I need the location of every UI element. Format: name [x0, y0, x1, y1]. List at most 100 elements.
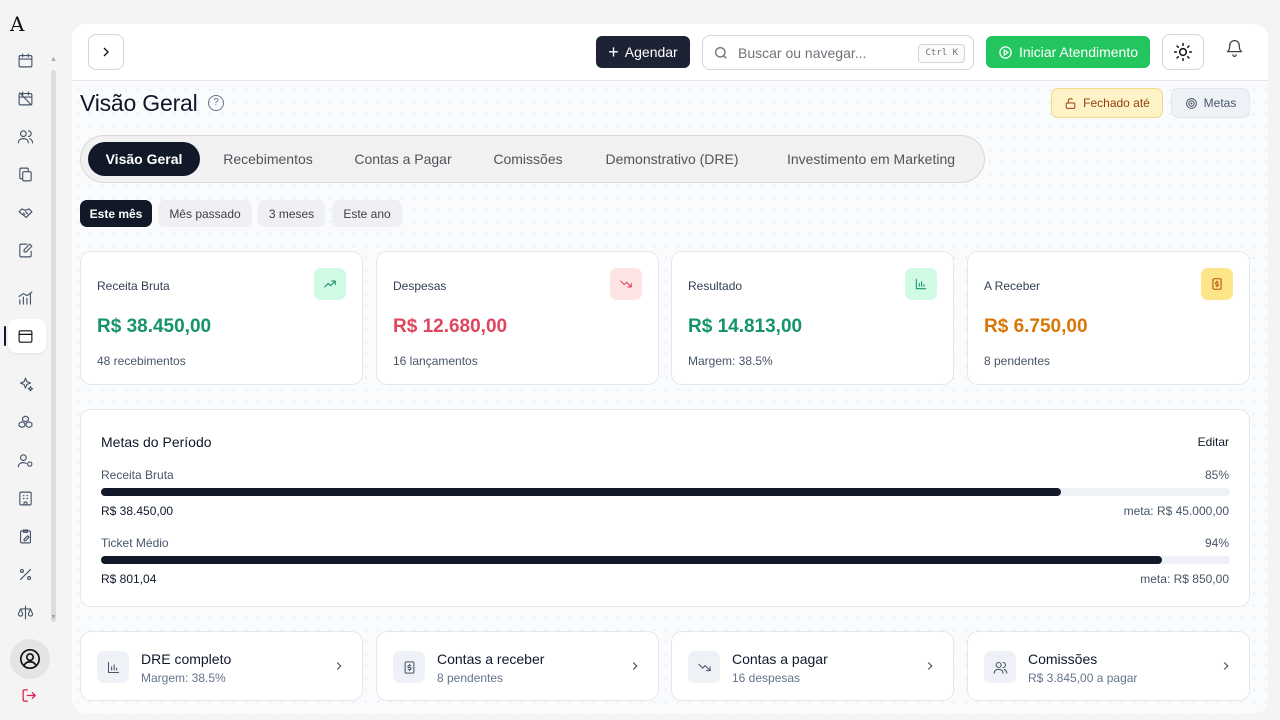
scale-icon[interactable] — [15, 602, 35, 622]
sidebar-active-indicator — [4, 326, 6, 346]
app-logo[interactable]: A — [10, 12, 24, 36]
iniciar-label: Iniciar Atendimento — [1018, 44, 1139, 60]
tab-visao-geral[interactable]: Visão Geral — [88, 142, 200, 176]
kpi-card-receita: Receita Bruta R$ 38.450,00 48 recebiment… — [80, 251, 363, 385]
user-settings-icon[interactable] — [15, 450, 35, 470]
link-card-dre[interactable]: DRE completo Margem: 38.5% — [80, 631, 363, 701]
agendar-label: Agendar — [624, 44, 678, 60]
link-card-contas-pagar[interactable]: Contas a pagar 16 despesas — [671, 631, 954, 701]
period-mes-passado[interactable]: Mês passado — [158, 200, 252, 227]
chevron-right-icon — [103, 47, 109, 57]
search-input[interactable]: Buscar ou navegar... Ctrl K — [702, 35, 974, 70]
trending-up-icon — [314, 268, 346, 300]
chevron-right-icon — [1219, 659, 1233, 673]
sparkles-icon[interactable] — [15, 374, 35, 394]
goals-panel: Metas do Período Editar Receita Bruta 85… — [80, 409, 1250, 607]
dollar-doc-icon — [1201, 268, 1233, 300]
sidebar-scrollbar[interactable] — [51, 70, 56, 622]
tab-comissoes[interactable]: Comissões — [477, 142, 579, 176]
page-title: Visão Geral — [80, 90, 198, 116]
link-card-title: Contas a receber — [437, 651, 545, 667]
period-3-meses[interactable]: 3 meses — [258, 200, 325, 227]
chevron-right-icon — [332, 659, 346, 673]
goal-target: meta: R$ 850,00 — [1140, 572, 1229, 586]
help-icon[interactable]: ? — [208, 95, 224, 111]
kpi-card-despesas: Despesas R$ 12.680,00 16 lançamentos — [376, 251, 659, 385]
scroll-down-icon[interactable]: ▼ — [50, 614, 57, 621]
kpi-value: R$ 6.750,00 — [984, 316, 1088, 337]
users-icon — [984, 651, 1016, 683]
period-este-mes[interactable]: Este mês — [80, 200, 152, 227]
link-card-sub: 8 pendentes — [437, 671, 504, 685]
logout-icon[interactable] — [21, 687, 39, 705]
calendar-icon[interactable] — [15, 50, 35, 70]
copy-icon[interactable] — [15, 164, 35, 184]
trending-down-icon — [688, 651, 720, 683]
tab-recebimentos[interactable]: Recebimentos — [209, 142, 327, 176]
search-placeholder: Buscar ou navegar... — [738, 44, 867, 61]
tab-contas-a-pagar[interactable]: Contas a Pagar — [341, 142, 465, 176]
kpi-label: Despesas — [393, 279, 447, 293]
link-card-title: Contas a pagar — [732, 651, 828, 667]
chart-icon[interactable] — [15, 288, 35, 308]
link-card-comissoes[interactable]: Comissões R$ 3.845,00 a pagar — [967, 631, 1250, 701]
period-este-ano[interactable]: Este ano — [332, 200, 402, 227]
goals-title: Metas do Período — [101, 434, 212, 450]
bar-chart-icon — [905, 268, 937, 300]
goal-percent: 94% — [1204, 536, 1229, 550]
tab-dre[interactable]: Demonstrativo (DRE) — [591, 142, 753, 176]
boxes-icon[interactable] — [15, 412, 35, 432]
users-icon[interactable] — [15, 126, 35, 146]
kpi-sub: 16 lançamentos — [393, 354, 478, 368]
bell-icon — [1226, 39, 1242, 57]
sun-icon — [1173, 42, 1193, 62]
user-avatar[interactable] — [10, 639, 50, 679]
calendar-off-icon[interactable] — [15, 88, 35, 108]
kpi-value: R$ 14.813,00 — [688, 316, 803, 337]
scroll-up-icon[interactable]: ▲ — [50, 56, 57, 63]
tab-bar: Visão Geral Recebimentos Contas a Pagar … — [80, 135, 985, 183]
kpi-card-a-receber: A Receber R$ 6.750,00 8 pendentes — [967, 251, 1250, 385]
iniciar-atendimento-button[interactable]: Iniciar Atendimento — [986, 36, 1150, 68]
metas-button[interactable]: Metas — [1171, 88, 1250, 118]
goal-current: R$ 38.450,00 — [101, 504, 174, 518]
edit-doc-icon[interactable] — [15, 240, 35, 260]
kpi-label: Resultado — [688, 279, 743, 293]
lock-open-icon — [1065, 97, 1076, 109]
link-card-title: DRE completo — [141, 651, 232, 667]
search-icon — [715, 46, 727, 59]
link-card-sub: R$ 3.845,00 a pagar — [1028, 671, 1138, 685]
bar-chart-icon — [97, 651, 129, 683]
sidebar-toggle-button[interactable] — [88, 34, 124, 70]
fechado-label: Fechado até — [1083, 96, 1150, 110]
tab-investimento-marketing[interactable]: Investimento em Marketing — [769, 142, 973, 176]
chevron-right-icon — [923, 659, 937, 673]
goals-edit-button[interactable]: Editar — [1198, 435, 1229, 449]
building-icon[interactable] — [15, 488, 35, 508]
theme-toggle-button[interactable] — [1162, 34, 1204, 70]
handshake-icon[interactable] — [15, 202, 35, 222]
clipboard-edit-icon[interactable] — [15, 526, 35, 546]
trending-down-icon — [610, 268, 642, 300]
fechado-ate-button[interactable]: Fechado até — [1051, 88, 1163, 118]
goal-progress-fill — [101, 556, 1163, 564]
goal-percent: 85% — [1204, 468, 1229, 482]
kpi-card-resultado: Resultado R$ 14.813,00 Margem: 38.5% — [671, 251, 954, 385]
link-card-title: Comissões — [1028, 651, 1098, 667]
goal-target: meta: R$ 45.000,00 — [1123, 504, 1229, 518]
link-card-contas-receber[interactable]: Contas a receber 8 pendentes — [376, 631, 659, 701]
search-shortcut: Ctrl K — [918, 44, 965, 63]
target-icon — [1185, 97, 1197, 109]
link-card-sub: 16 despesas — [732, 671, 801, 685]
kpi-label: A Receber — [984, 279, 1041, 293]
kpi-value: R$ 12.680,00 — [393, 316, 508, 337]
plus-icon: + — [608, 42, 619, 62]
notifications-button[interactable] — [1222, 36, 1246, 60]
link-card-sub: Margem: 38.5% — [141, 671, 226, 685]
main-panel: + Agendar Buscar ou navegar... Ctrl K In… — [72, 24, 1268, 714]
goal-name: Ticket Médio — [101, 536, 169, 550]
percent-icon[interactable] — [15, 564, 35, 584]
wallet-icon[interactable] — [15, 326, 35, 346]
agendar-button[interactable]: + Agendar — [596, 36, 690, 68]
dollar-doc-icon — [393, 651, 425, 683]
